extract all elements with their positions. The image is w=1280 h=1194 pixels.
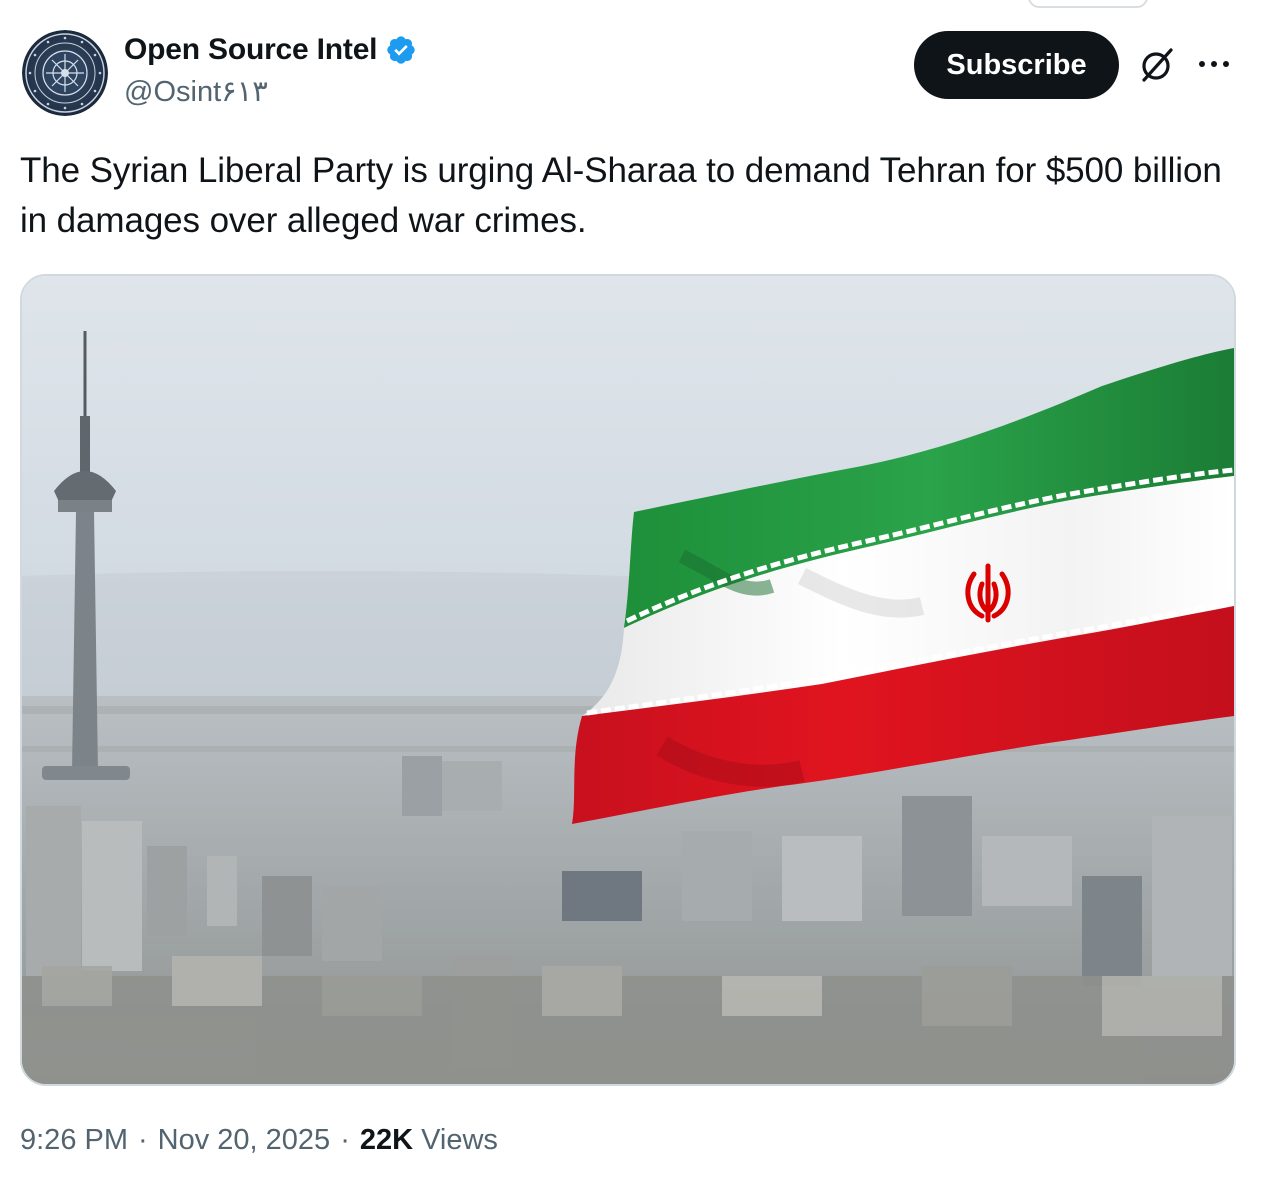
meta-separator: · xyxy=(138,1123,148,1156)
views-count[interactable]: 22K xyxy=(360,1124,413,1157)
osint-seal-logo-icon xyxy=(22,30,108,116)
views-label: Views xyxy=(421,1123,498,1156)
verified-badge-icon xyxy=(387,36,415,64)
tehran-skyline-flag-photo xyxy=(22,276,1234,1084)
author-name-row[interactable]: Open Source Intel xyxy=(124,30,417,70)
more-icon[interactable] xyxy=(1196,52,1232,76)
author-handle[interactable]: @Osint۶۱۳ xyxy=(124,74,268,109)
subscribe-button[interactable]: Subscribe xyxy=(914,31,1119,99)
tweet-page: Open Source Intel @Osint۶۱۳ Subscribe Th… xyxy=(0,0,1280,1194)
top-tab-indicator xyxy=(1028,0,1148,8)
author-display-name[interactable]: Open Source Intel xyxy=(124,33,378,67)
tweet-date[interactable]: Nov 20, 2025 xyxy=(158,1124,331,1157)
avatar[interactable] xyxy=(22,30,108,116)
grok-icon[interactable] xyxy=(1138,46,1176,84)
tweet-text: The Syrian Liberal Party is urging Al-Sh… xyxy=(20,151,1222,240)
tweet-meta: 9:26 PM · Nov 20, 2025 · 22K Views xyxy=(20,1120,498,1160)
tweet-time[interactable]: 9:26 PM xyxy=(20,1124,128,1157)
meta-separator: · xyxy=(340,1123,350,1156)
tweet-media-photo[interactable] xyxy=(20,274,1236,1086)
